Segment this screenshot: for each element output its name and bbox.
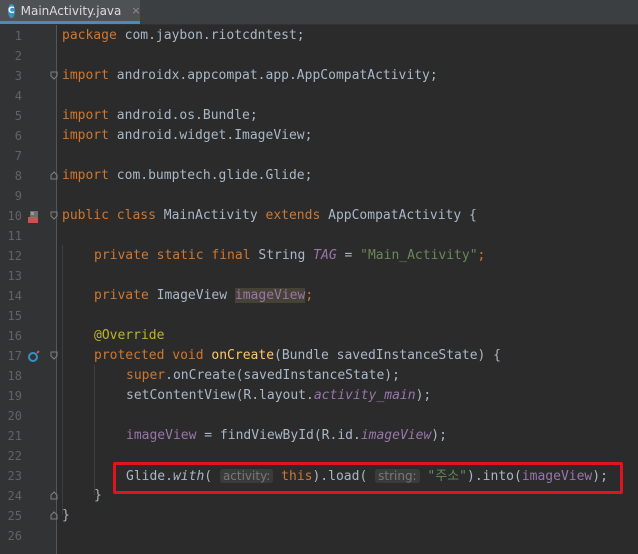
line-number: 9 — [14, 189, 22, 203]
keyword: private — [94, 288, 149, 303]
line-number: 20 — [7, 409, 22, 423]
annotation: @Override — [94, 328, 165, 343]
code-text: .onCreate(savedInstanceState); — [165, 368, 400, 383]
line-number: 7 — [14, 149, 22, 163]
keyword: package — [62, 28, 117, 43]
code-text: AppCompatActivity { — [320, 208, 477, 223]
keyword: protected void — [94, 348, 204, 363]
type-name: ImageView — [148, 288, 235, 303]
line-number: 22 — [7, 449, 22, 463]
line-number: 13 — [7, 269, 22, 283]
highlight-box — [113, 462, 623, 494]
code-line-12: private static final String TAG = "Main_… — [0, 246, 638, 266]
keyword: import — [62, 128, 109, 143]
type-name: String — [250, 248, 314, 263]
code-line-8: import com.bumptech.glide.Glide; — [0, 166, 638, 186]
class-name: MainActivity — [155, 208, 266, 223]
keyword: import — [62, 108, 109, 123]
code-line-3: import androidx.appcompat.app.AppCompatA… — [0, 66, 638, 86]
code-line-16: @Override — [0, 326, 638, 346]
line-number: 15 — [7, 309, 22, 323]
keyword: public class — [62, 208, 156, 223]
code-line-6: import android.widget.ImageView; — [0, 126, 638, 146]
keyword: super — [126, 368, 166, 383]
code-text: ; — [305, 288, 314, 303]
field-name: imageView — [234, 288, 306, 303]
code-text: ); — [431, 428, 447, 443]
constant-field: TAG — [313, 248, 337, 263]
method-name: onCreate — [211, 348, 275, 363]
field-name: activity_main — [313, 388, 416, 403]
line-number: 26 — [7, 529, 22, 543]
code-text: com.bumptech.glide.Glide; — [108, 168, 313, 183]
line-number: 11 — [7, 229, 22, 243]
tab-mainactivity[interactable]: C MainActivity.java × — [0, 0, 141, 24]
java-class-icon: C — [8, 3, 15, 18]
code-line-25: } — [0, 506, 638, 526]
code-line-18: super.onCreate(savedInstanceState); — [0, 366, 638, 386]
code-text: android.widget.ImageView; — [108, 128, 313, 143]
code-line-10: public class MainActivity extends AppCom… — [0, 206, 638, 226]
code-line-19: setContentView(R.layout.activity_main); — [0, 386, 638, 406]
close-icon[interactable]: × — [131, 4, 140, 17]
code-line-5: import android.os.Bundle; — [0, 106, 638, 126]
code-line-1: package com.jaybon.riotcdntest; — [0, 26, 638, 46]
code-text: setContentView(R.layout. — [126, 388, 314, 403]
code-text: androidx.appcompat.app.AppCompatActivity… — [108, 68, 438, 83]
code-line-21: imageView = findViewById(R.id.imageView)… — [0, 426, 638, 446]
code-text: ); — [415, 388, 432, 403]
keyword: extends — [265, 208, 321, 223]
string-literal: "Main_Activity" — [360, 248, 478, 263]
code-text: android.os.Bundle; — [108, 108, 258, 123]
code-text: ; — [477, 248, 486, 263]
line-number: 2 — [14, 49, 22, 63]
field-name: imageView — [126, 428, 197, 443]
code-line-14: private ImageView imageView; — [0, 286, 638, 306]
keyword: import — [62, 68, 109, 83]
code-text: } — [62, 508, 70, 523]
keyword: private static final — [94, 248, 251, 263]
code-text: } — [94, 488, 102, 503]
code-line-17: protected void onCreate(Bundle savedInst… — [0, 346, 638, 366]
line-number: 4 — [14, 89, 22, 103]
code-text: (Bundle savedInstanceState) { — [274, 348, 502, 363]
code-text: com.jaybon.riotcdntest; — [116, 28, 305, 43]
code-text: = — [336, 248, 361, 263]
field-name: imageView — [360, 428, 432, 443]
tab-label: MainActivity.java — [20, 3, 122, 18]
keyword: import — [62, 168, 109, 183]
editor-tab-bar: C MainActivity.java × — [0, 0, 638, 25]
code-text: = findViewById(R.id. — [196, 428, 361, 443]
